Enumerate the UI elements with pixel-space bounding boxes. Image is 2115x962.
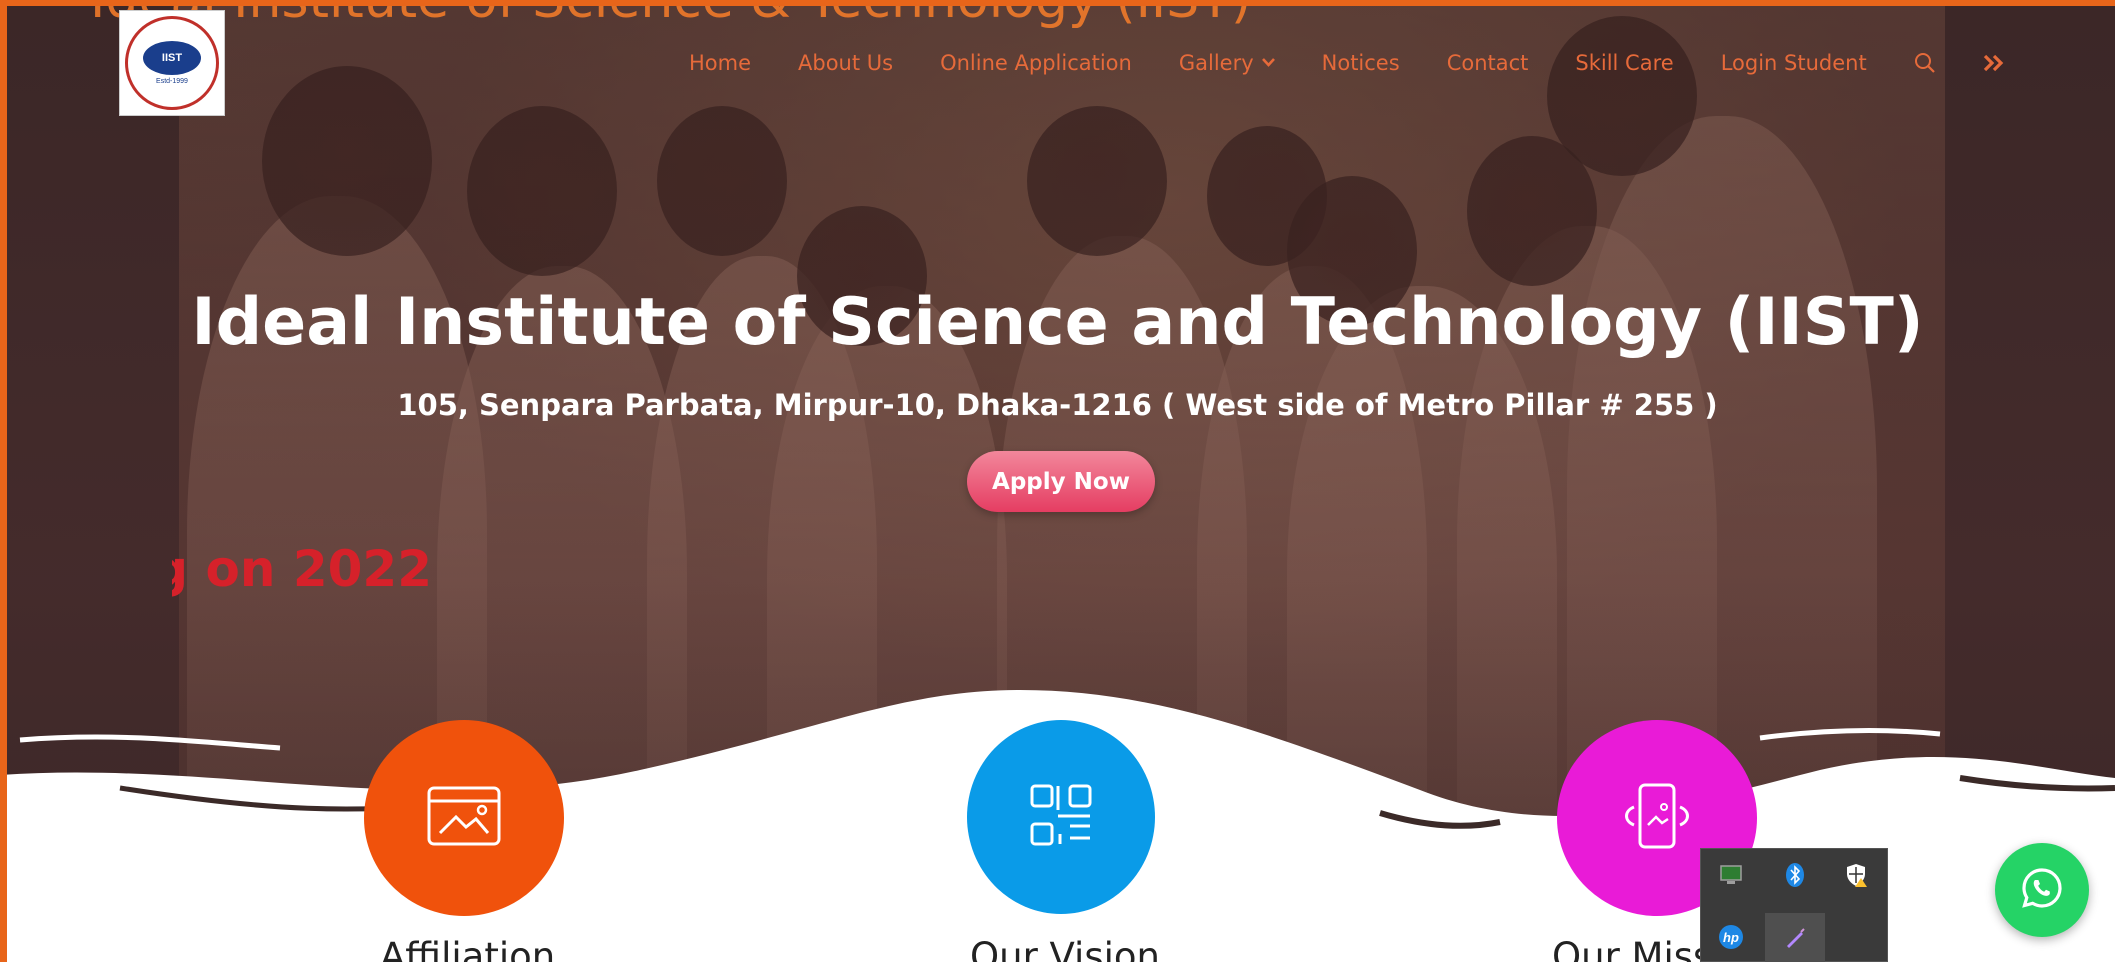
nav-item-online-application[interactable]: Online Application [940, 51, 1132, 75]
hero-address: 105, Senpara Parbata, Mirpur-10, Dhaka-1… [397, 388, 1718, 422]
logo-text: IIST [143, 41, 201, 75]
search-icon[interactable] [1914, 52, 1936, 74]
hp-icon[interactable]: hp [1713, 919, 1749, 955]
frame-left-border [0, 0, 7, 962]
nav-item-home[interactable]: Home [689, 51, 751, 75]
double-chevron-right-icon[interactable] [1983, 54, 2005, 72]
security-shield-icon[interactable] [1839, 857, 1875, 893]
whatsapp-button[interactable] [1995, 843, 2089, 937]
affiliation-title: Affiliation [380, 935, 556, 962]
site-logo[interactable]: IIST Estd-1999 [119, 10, 225, 116]
page: Ideal Institute of Science & Technology … [0, 0, 2115, 962]
apply-now-button[interactable]: Apply Now [967, 451, 1155, 512]
chevron-down-icon [1261, 55, 1275, 71]
network-icon[interactable] [1713, 857, 1749, 893]
svg-text:hp: hp [1723, 930, 1739, 945]
nav-item-about[interactable]: About Us [798, 51, 893, 75]
nav-item-gallery-label: Gallery [1178, 51, 1254, 75]
pen-icon[interactable] [1765, 913, 1825, 962]
affiliation-circle[interactable] [364, 720, 564, 916]
nav-item-notices[interactable]: Notices [1322, 51, 1400, 75]
mission-title: Our Miss [1552, 935, 1713, 962]
nav-item-skill-care[interactable]: Skill Care [1575, 51, 1673, 75]
phone-image-icon [1618, 781, 1696, 856]
marquee-text: g on 2022 [172, 540, 432, 598]
nav-item-gallery[interactable]: Gallery [1179, 51, 1275, 75]
image-frame-icon [426, 785, 502, 852]
main-nav: Home About Us Online Application Gallery… [689, 48, 2005, 78]
hero-title: Ideal Institute of Science and Technolog… [191, 285, 1924, 360]
whatsapp-icon [2020, 866, 2064, 915]
nav-item-contact[interactable]: Contact [1447, 51, 1529, 75]
frame-top-border [0, 0, 2115, 6]
logo-emblem: IIST Estd-1999 [125, 16, 219, 110]
logo-est: Estd-1999 [156, 78, 188, 85]
vision-circle[interactable] [967, 720, 1155, 914]
qr-code-icon [1028, 782, 1094, 853]
vision-title: Our Vision [970, 935, 1160, 962]
system-tray-popup: hp [1700, 848, 1888, 962]
nav-item-login-student[interactable]: Login Student [1721, 51, 1867, 75]
bluetooth-icon[interactable] [1777, 857, 1813, 893]
